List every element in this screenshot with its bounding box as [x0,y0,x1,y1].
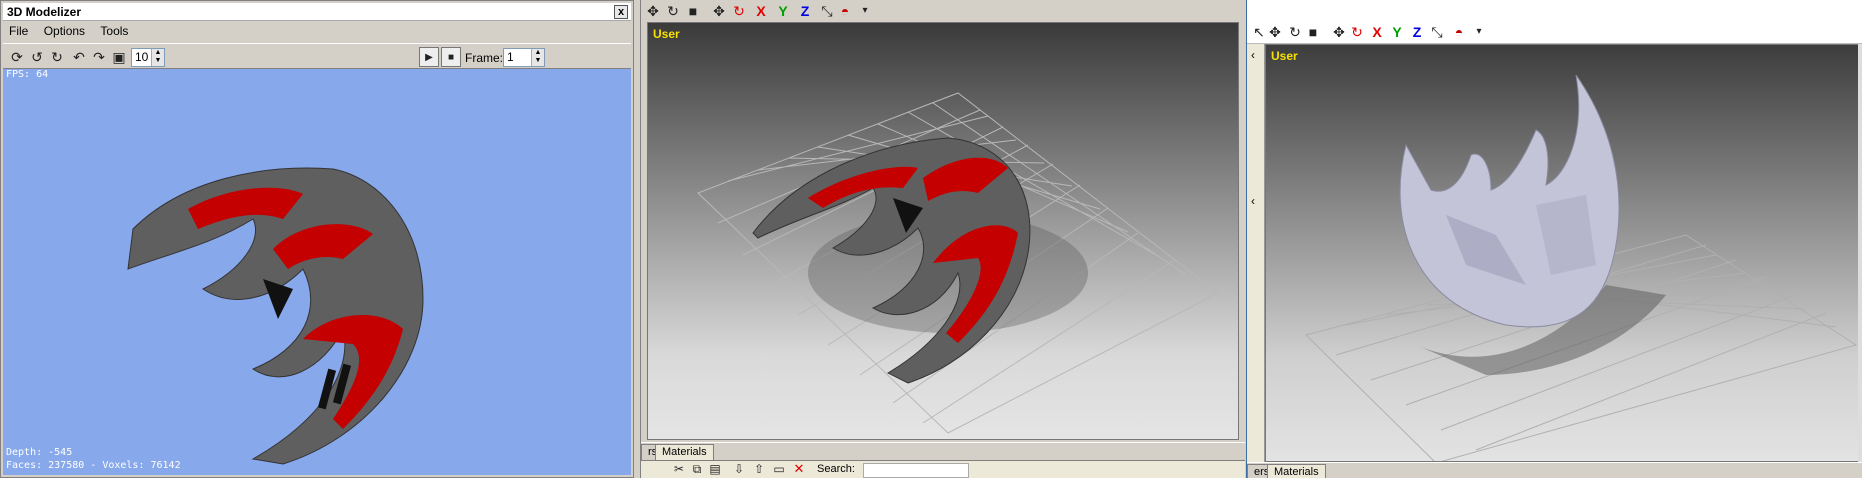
collapse-arrow-icon[interactable]: ‹ [1251,48,1255,62]
refresh-icon[interactable]: ⟳ [7,47,27,67]
title-bar: 3D Modelizer x [3,3,631,21]
search-label: Search: [817,463,855,475]
menu-options[interactable]: Options [38,22,91,40]
rotate-alt-icon[interactable]: ↻ [1347,22,1367,42]
left-collapse-rail: ‹ ‹ [1247,44,1265,462]
redo-icon[interactable]: ↷ [89,47,109,67]
axis-z-button[interactable]: Z [795,1,815,21]
move-alt-icon[interactable]: ✥ [709,1,729,21]
axis-x-button[interactable]: X [751,1,771,21]
overflow-chevron-icon[interactable]: ▾ [1469,22,1489,42]
toolbar: ⟳ ↺ ↻ ↶ ↷ ▣ 10 ▲ ▼ ▶ ■ Frame: 1 ▲ ▼ [3,43,631,69]
undo-icon[interactable]: ↶ [69,47,89,67]
scale-icon[interactable]: ■ [1303,22,1323,42]
axis-x-button[interactable]: X [1367,22,1387,42]
right-viewport-panel: ↖ ✥ ↻ ■ ✥ ↻ X Y Z ⤡ ◓ ▾ ‹ ‹ User ers Mat… [1246,0,1862,478]
frame-spinner[interactable]: 1 ▲ ▼ [503,48,545,67]
axis-constraint-icon[interactable]: ⤡ [1427,22,1447,42]
paste-icon[interactable]: ▤ [705,459,725,478]
move-icon[interactable]: ✥ [643,1,663,21]
delete-icon[interactable]: ✕ [789,459,809,478]
stats-readout: Faces: 237580 - Voxels: 76142 [6,460,181,471]
collapse-arrow-icon-2[interactable]: ‹ [1251,194,1255,208]
rotate-icon[interactable]: ↻ [663,1,683,21]
rotate-alt-icon[interactable]: ↻ [729,1,749,21]
black-wedge [263,279,293,319]
frame-spinner-arrows-icon[interactable]: ▲ ▼ [531,49,544,66]
top-strip [1247,0,1862,24]
cut-icon[interactable]: ✂ [669,459,689,478]
right-edge-scroll [1858,44,1862,462]
scale-icon[interactable]: ■ [683,1,703,21]
export-icon[interactable]: ⇧ [749,459,769,478]
window-title: 3D Modelizer [7,5,82,19]
search-input[interactable] [863,463,969,478]
axis-z-button[interactable]: Z [1407,22,1427,42]
center-bottom-toolbar: ✂ ⧉ ▤ ⇩ ⇧ ▭ ✕ Search: [641,460,1245,478]
zoom-value: 10 [135,50,149,64]
right-toolbar: ↖ ✥ ↻ ■ ✥ ↻ X Y Z ⤡ ◓ ▾ [1247,24,1862,44]
center-toolbar: ✥ ↻ ■ ✥ ↻ X Y Z ⤡ ◓ ▾ [641,0,1245,22]
play-icon[interactable]: ▶ [419,47,439,67]
center-viewport-panel: ✥ ↻ ■ ✥ ↻ X Y Z ⤡ ◓ ▾ User rs Materials [640,0,1245,478]
right-tabs: ers Materials [1247,462,1862,478]
rotate-icon[interactable]: ↻ [1285,22,1305,42]
depth-readout: Depth: -545 [6,447,73,458]
axis-y-button[interactable]: Y [1387,22,1407,42]
center-viewport[interactable]: User [647,22,1239,440]
right-viewport[interactable]: User [1265,44,1859,462]
rotate-right-icon[interactable]: ↻ [47,47,67,67]
menu-bar: File Options Tools [3,22,631,41]
close-button[interactable]: x [614,5,628,19]
move-alt-icon[interactable]: ✥ [1329,22,1349,42]
snap-icon[interactable]: ◓ [1449,22,1469,42]
snap-icon[interactable]: ◓ [835,1,855,21]
import-icon[interactable]: ⇩ [729,459,749,478]
ship-model [127,167,424,465]
menu-file[interactable]: File [3,22,34,40]
zoom-spinner[interactable]: 10 ▲ ▼ [131,48,165,67]
right-scene [1305,74,1858,461]
rotate-left-icon[interactable]: ↺ [27,47,47,67]
new-icon[interactable]: ▭ [769,459,789,478]
center-tabs: rs Materials [641,442,1245,461]
modelizer-viewport[interactable]: FPS: 64 Depth: -545 Faces: 237580 - Voxe… [3,69,631,475]
spinner-arrows-icon[interactable]: ▲ ▼ [151,49,164,66]
frame-label: Frame: [465,51,504,65]
frame-value: 1 [507,50,514,64]
modelizer-window: 3D Modelizer x File Options Tools ⟳ ↺ ↻ … [0,0,634,478]
monitor-icon[interactable]: ▣ [109,47,129,67]
tab-materials[interactable]: Materials [1267,464,1326,478]
move-icon[interactable]: ✥ [1265,22,1285,42]
copy-icon[interactable]: ⧉ [687,459,707,478]
axis-y-button[interactable]: Y [773,1,793,21]
center-scene [697,92,1219,434]
menu-tools[interactable]: Tools [94,22,134,40]
axis-constraint-icon[interactable]: ⤡ [817,1,837,21]
stop-icon[interactable]: ■ [441,47,461,67]
overflow-chevron-icon[interactable]: ▾ [855,1,875,21]
